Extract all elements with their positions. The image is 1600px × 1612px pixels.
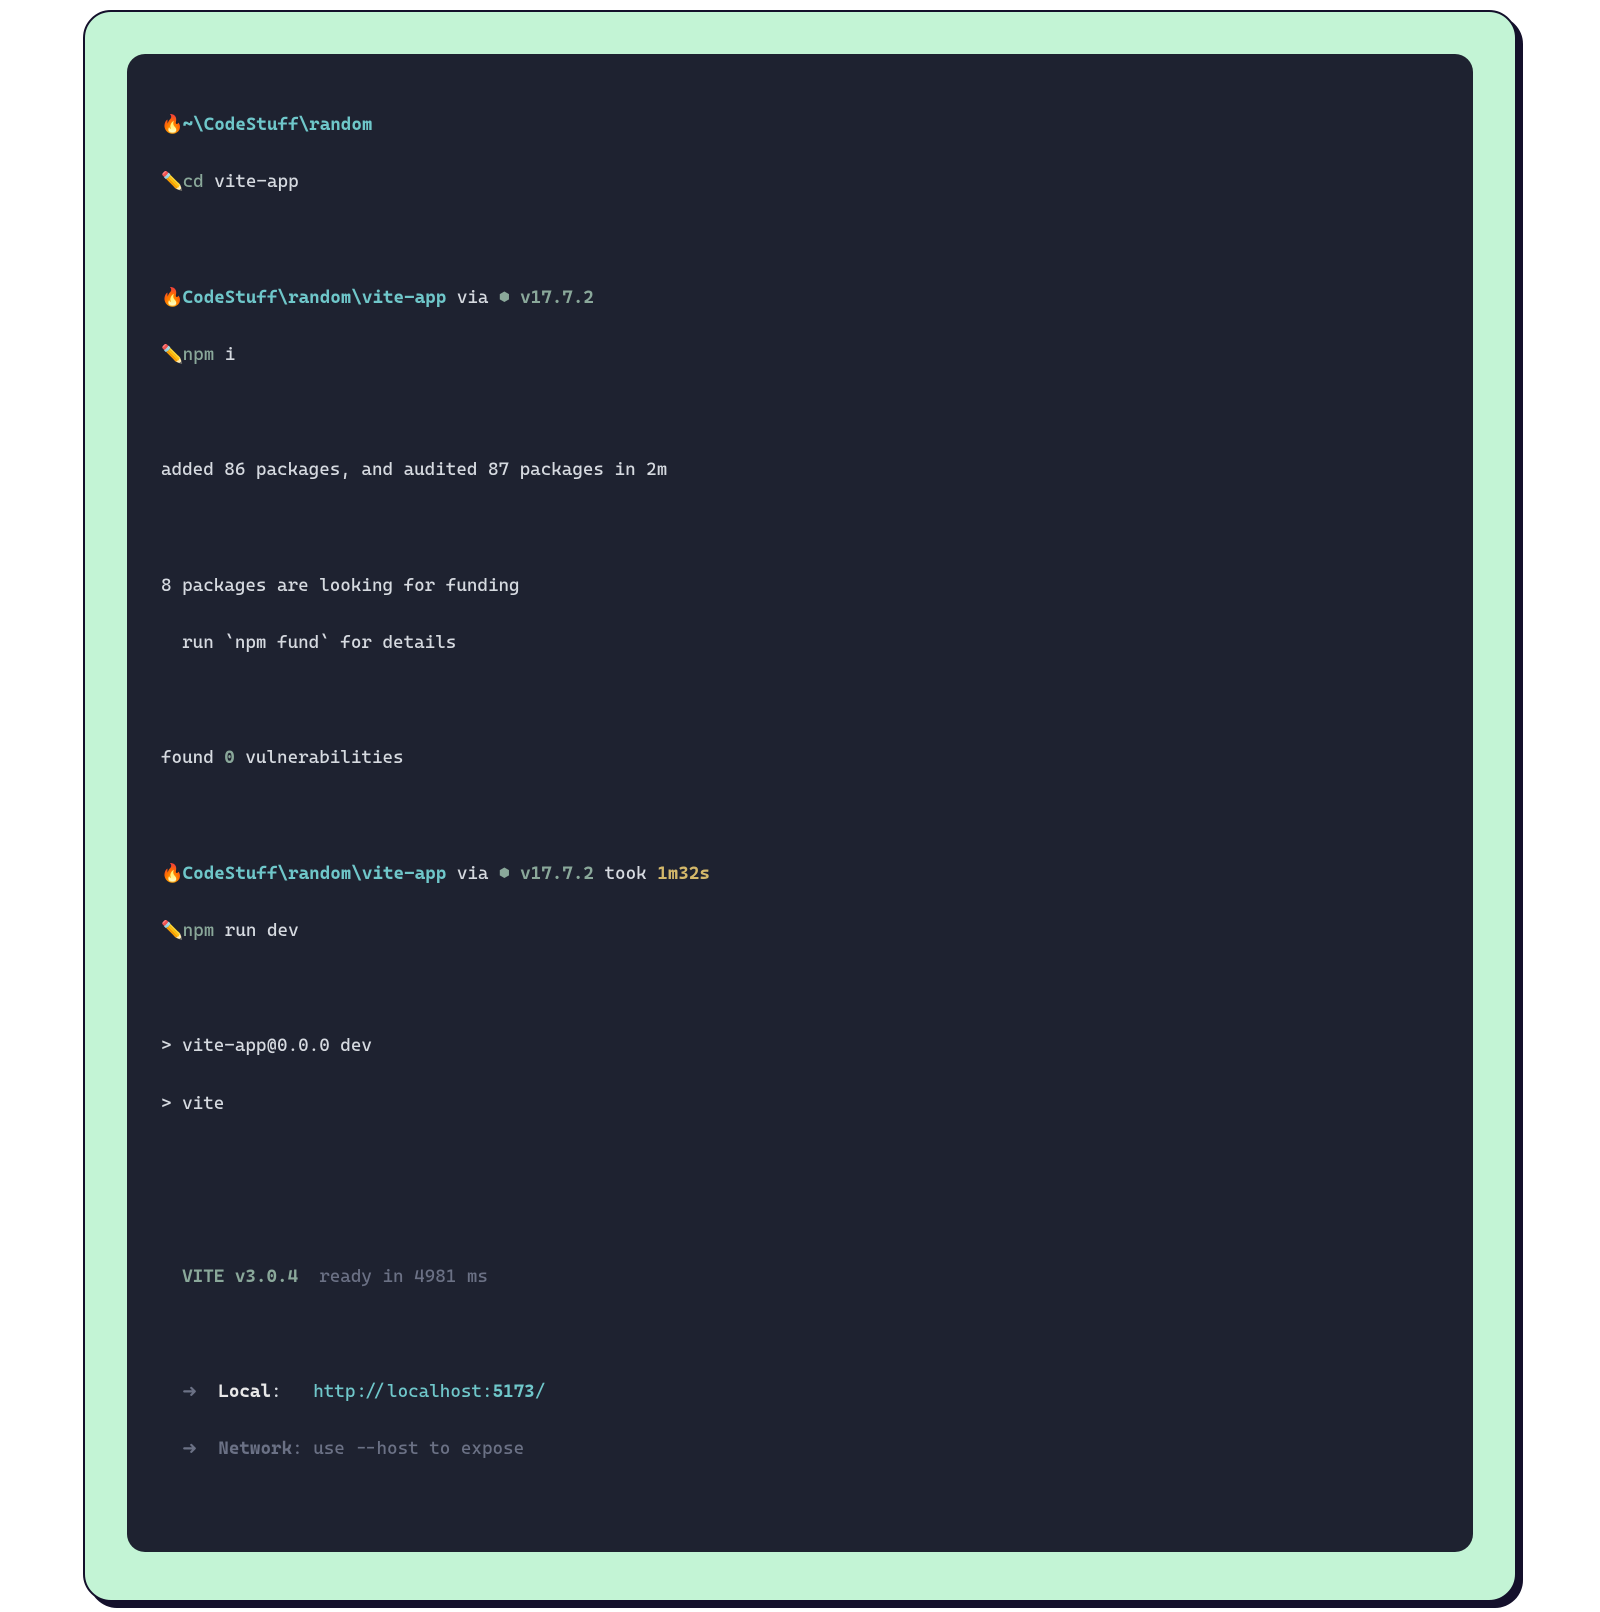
vuln-text: found: [161, 747, 224, 768]
card-container: 🔥~\CodeStuff\random ✏️cd vite-app 🔥CodeS…: [83, 10, 1517, 1602]
hexagon-icon: ⬢: [499, 284, 510, 313]
node-version: v17.7.2: [520, 287, 594, 308]
prompt-path: CodeStuff\random\vite-app: [183, 863, 447, 884]
vuln-text: vulnerabilities: [235, 747, 404, 768]
pencil-icon: ✏️: [161, 917, 183, 946]
prompt-path: ~\CodeStuff\random: [183, 114, 373, 135]
vite-ready: ready in 4981 ms: [319, 1266, 488, 1287]
node-version: v17.7.2: [520, 863, 594, 884]
prompt-line-1: 🔥~\CodeStuff\random: [161, 111, 1439, 140]
script-output-line: > vite: [161, 1090, 1439, 1119]
arrow-icon: ➜: [182, 1381, 197, 1402]
prompt-path: CodeStuff\random\vite-app: [183, 287, 447, 308]
fire-icon: 🔥: [161, 111, 183, 140]
took-label: took: [604, 863, 646, 884]
pencil-icon: ✏️: [161, 168, 183, 197]
cmd-name: cd: [183, 171, 204, 192]
fire-icon: 🔥: [161, 284, 183, 313]
colon: :: [271, 1381, 313, 1402]
npm-output-line: added 86 packages, and audited 87 packag…: [161, 456, 1439, 485]
network-label: Network: [218, 1438, 292, 1459]
arrow-icon: ➜: [182, 1438, 197, 1459]
local-label: Local: [218, 1381, 271, 1402]
hexagon-icon: ⬢: [499, 860, 510, 889]
command-line-3: ✏️npm run dev: [161, 917, 1439, 946]
cmd-arg: i: [225, 344, 236, 365]
pencil-icon: ✏️: [161, 341, 183, 370]
vite-local-line: ➜ Local: http://localhost:5173/: [161, 1378, 1439, 1407]
terminal-window[interactable]: 🔥~\CodeStuff\random ✏️cd vite-app 🔥CodeS…: [127, 54, 1473, 1552]
vuln-count: 0: [224, 747, 235, 768]
vite-name: VITE: [182, 1266, 224, 1287]
via-label: via: [457, 863, 489, 884]
duration-value: 1m32s: [657, 863, 710, 884]
vite-version: v3.0.4: [235, 1266, 298, 1287]
command-line-1: ✏️cd vite-app: [161, 168, 1439, 197]
cmd-name: npm: [183, 344, 215, 365]
network-hint: use --host to expose: [313, 1438, 524, 1459]
prompt-line-2: 🔥CodeStuff\random\vite-app via ⬢ v17.7.2: [161, 284, 1439, 313]
fire-icon: 🔥: [161, 860, 183, 889]
npm-output-line: 8 packages are looking for funding: [161, 572, 1439, 601]
npm-output-line: run `npm fund` for details: [161, 629, 1439, 658]
cmd-name: npm: [183, 920, 215, 941]
cmd-arg: run dev: [225, 920, 299, 941]
local-url[interactable]: http://localhost:5173/: [313, 1381, 545, 1402]
prompt-line-3: 🔥CodeStuff\random\vite-app via ⬢ v17.7.2…: [161, 860, 1439, 889]
vite-network-line: ➜ Network: use --host to expose: [161, 1435, 1439, 1464]
via-label: via: [457, 287, 489, 308]
colon: :: [292, 1438, 313, 1459]
npm-output-line: found 0 vulnerabilities: [161, 744, 1439, 773]
script-output-line: > vite-app@0.0.0 dev: [161, 1032, 1439, 1061]
command-line-2: ✏️npm i: [161, 341, 1439, 370]
cmd-arg: vite-app: [214, 171, 298, 192]
vite-banner: VITE v3.0.4 ready in 4981 ms: [161, 1263, 1439, 1292]
